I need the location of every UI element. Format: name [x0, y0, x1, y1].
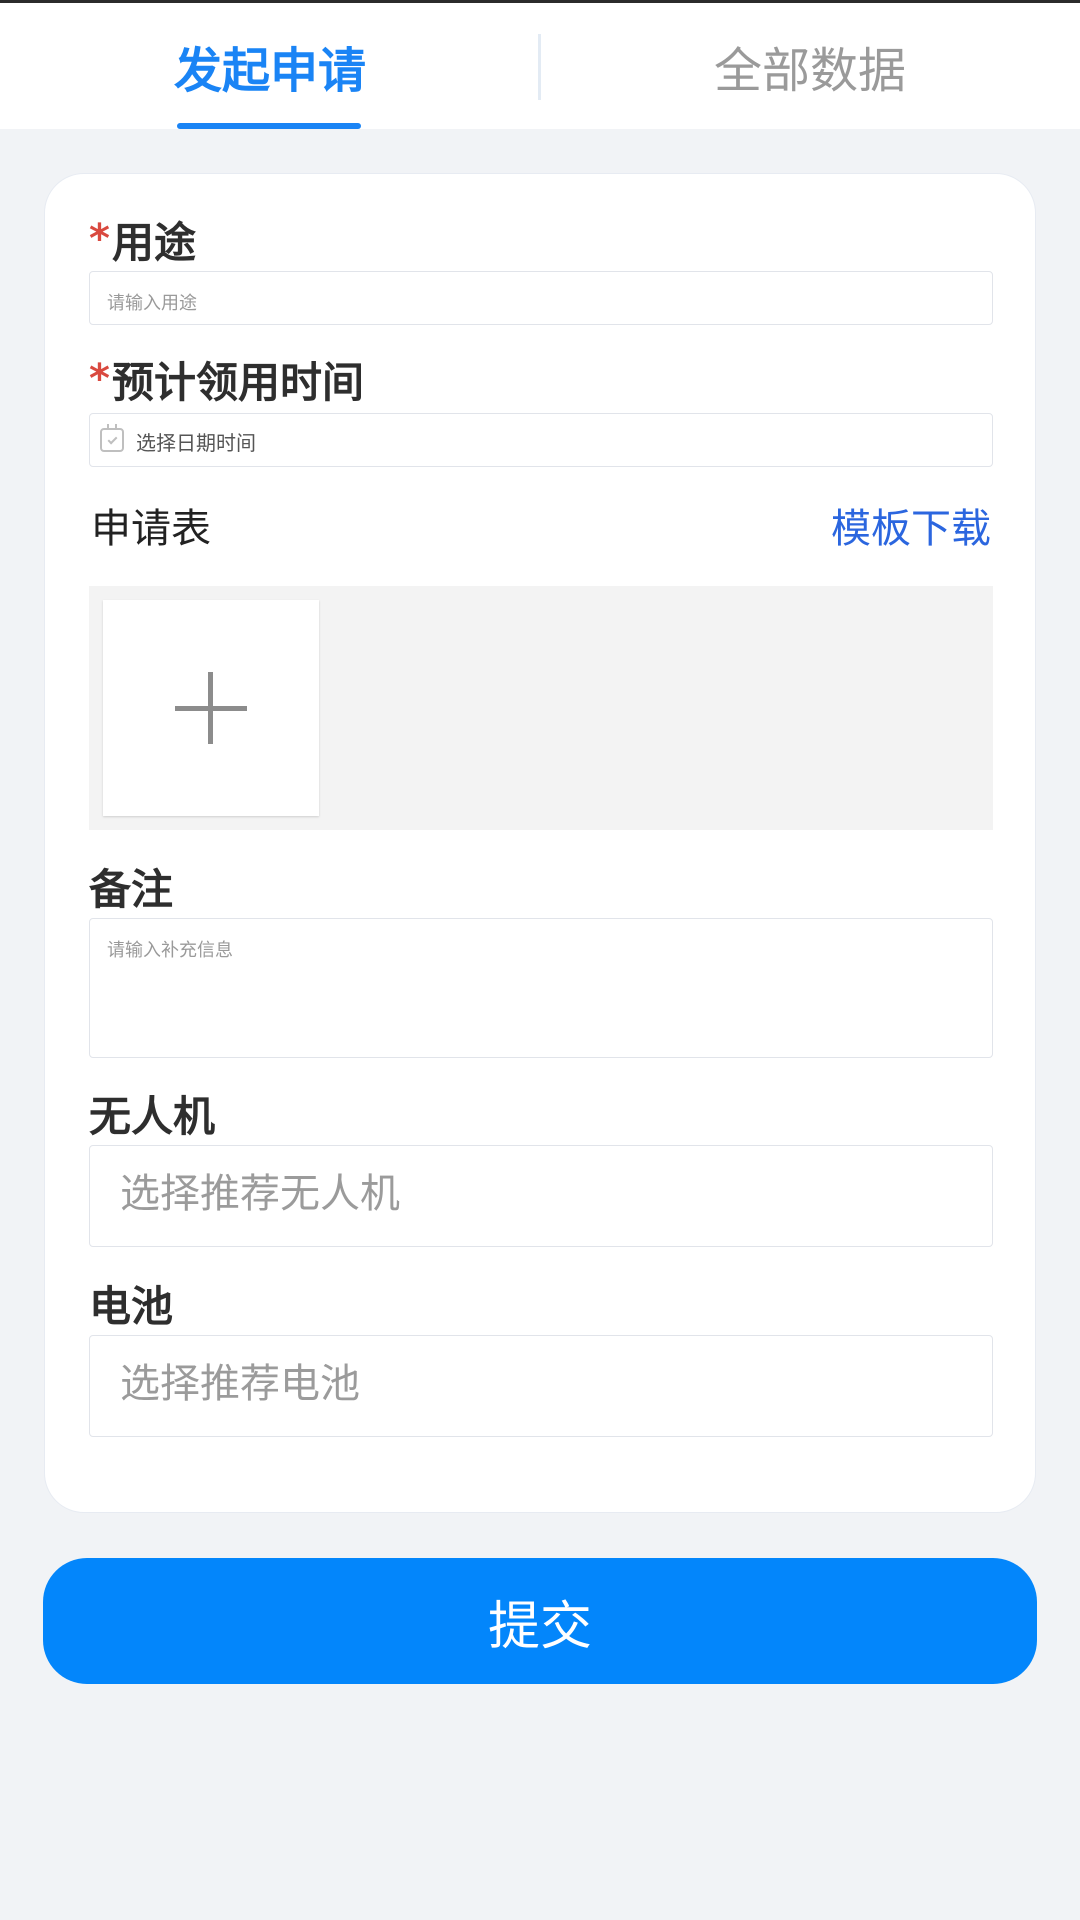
tab-bar: 发起申请 全部数据	[0, 3, 1080, 129]
battery-placeholder: 选择推荐电池	[120, 1361, 360, 1407]
purpose-label: 用途	[112, 218, 197, 267]
upload-area	[89, 586, 993, 830]
battery-label: 电池	[89, 1282, 174, 1331]
required-mark: *	[89, 216, 110, 262]
remark-label: 备注	[89, 865, 174, 914]
drone-label: 无人机	[89, 1092, 216, 1141]
tab-apply[interactable]: 发起申请	[0, 3, 540, 129]
pickup-time-label: 预计领用时间	[112, 358, 365, 407]
required-mark: *	[89, 356, 110, 402]
application-form-label: 申请表	[91, 506, 211, 552]
drone-placeholder: 选择推荐无人机	[120, 1171, 400, 1217]
active-tab-indicator	[177, 123, 361, 129]
pickup-time-picker[interactable]: 选择日期时间	[89, 413, 993, 467]
remark-textarea[interactable]: 请输入补充信息	[89, 918, 993, 1058]
calendar-icon	[100, 424, 124, 452]
pickup-time-placeholder: 选择日期时间	[136, 431, 256, 455]
drone-select[interactable]: 选择推荐无人机	[89, 1145, 993, 1247]
upload-button[interactable]	[103, 600, 319, 816]
purpose-input[interactable]: 请输入用途	[89, 271, 993, 325]
remark-placeholder: 请输入补充信息	[107, 940, 233, 961]
submit-button[interactable]: 提交	[43, 1558, 1037, 1684]
form-card: * 用途 请输入用途 * 预计领用时间 选择日期时间 申请表 模板下载 备注 请…	[44, 173, 1036, 1513]
tab-all-data[interactable]: 全部数据	[540, 3, 1080, 129]
battery-select[interactable]: 选择推荐电池	[89, 1335, 993, 1437]
purpose-placeholder: 请输入用途	[107, 293, 197, 314]
template-download-link[interactable]: 模板下载	[831, 509, 991, 549]
